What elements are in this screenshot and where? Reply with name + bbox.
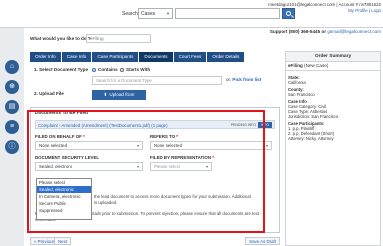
security-level-value: Sealed, electroni (39, 164, 72, 169)
radio-contains-label: Contains (98, 67, 118, 72)
left-nav: ⌂ ⊕ ▤ ≡ ⓘ (0, 28, 24, 246)
order-summary-title: Order Summary (286, 52, 380, 62)
document-row: Complaint - Amended (Amendment) (TestDoc… (35, 120, 275, 129)
main-content: What would you like to do ? eFiling Supp… (24, 28, 383, 246)
chevron-down-icon: ▾ (136, 143, 139, 148)
save-as-draft-button[interactable]: Save As Draft (245, 237, 280, 245)
document-link[interactable]: Complaint - Amended (Amendment) (TestDoc… (38, 123, 168, 128)
order-case: eFiling (New Case) (286, 62, 380, 71)
documents-to-be-filed-panel: Documents To Be Filed Complaint - Amende… (30, 107, 280, 233)
filed-by-text: FILED BY REPRESENTATION (150, 155, 211, 160)
tab-order-details[interactable]: Order Details (207, 52, 246, 62)
support-info: Support (800) 366-5445 or gsmail@legalco… (270, 29, 381, 34)
refers-to-label: REFERS TO * (150, 134, 178, 139)
filed-on-behalf-text: FILED ON BEHALF OF (35, 134, 82, 139)
next-button[interactable]: Next (54, 237, 72, 245)
document-type-search[interactable]: Search for a Document Type (92, 76, 222, 85)
home-icon[interactable]: ⌂ (5, 60, 19, 74)
summary-value: Jurisdiction: San Francisco (288, 114, 339, 119)
document-icon[interactable]: ▤ (5, 100, 19, 114)
help-note-2: is uploaded. (94, 200, 118, 205)
search-scope-value: Cases (141, 11, 156, 17)
refers-to-text: REFERS TO (150, 134, 176, 139)
step1-label: 1. Select Document Type (34, 67, 89, 72)
document-status: PENDING INFO (230, 123, 256, 127)
filed-by-label: FILED BY REPRESENTATION * (150, 155, 214, 160)
refers-to-value: None selected (154, 143, 183, 148)
tab-order-info[interactable]: Order Info (30, 52, 62, 62)
required-mark: * (83, 134, 85, 139)
tab-case-info[interactable]: Case Info (61, 52, 93, 62)
option-in-camera-electronic[interactable]: In Camera, electronic (37, 193, 91, 200)
document-info-badge[interactable]: INFO (258, 122, 272, 128)
filed-on-behalf-value: None selected (39, 143, 68, 148)
order-case-suffix: (New Case) (304, 63, 329, 68)
security-level-select[interactable]: Sealed, electroni ▾ (35, 162, 143, 171)
filed-by-placeholder: Please select (154, 164, 181, 169)
required-mark: * (212, 155, 214, 160)
filed-by-select[interactable]: Please select ▾ (150, 162, 212, 171)
chevron-down-icon: ▾ (265, 143, 268, 148)
chevron-down-icon: ▾ (136, 164, 139, 169)
security-level-options: Please select Sealed, electronic In Came… (36, 178, 92, 220)
option-secure-public[interactable]: Secure Public (37, 200, 91, 207)
tab-documents[interactable]: Documents (139, 52, 174, 62)
pick-from-list: or, Pick from list (226, 77, 261, 82)
support-label: Support (800) 366-5445 or (269, 29, 327, 34)
radio-contains[interactable] (92, 68, 96, 72)
option-sealed-electronic[interactable]: Sealed, electronic (37, 186, 91, 193)
tab-case-participants[interactable]: Case Participants (92, 52, 140, 62)
pick-from-list-link[interactable]: Pick from list (232, 77, 261, 82)
summary-value: California (288, 80, 306, 85)
top-bar: Search Cases ▼ meetdagur101@legalconnect… (0, 0, 383, 28)
refers-to-select[interactable]: None selected ▾ (150, 141, 272, 150)
support-email[interactable]: gsmail@legalconnect.com (327, 29, 381, 34)
order-details-list: State: California County: San Francisco … (286, 71, 380, 143)
search-input[interactable] (175, 8, 280, 19)
search-label: Search (122, 11, 138, 17)
option-suppressed[interactable]: Suppressed (37, 207, 91, 214)
account-info: meetdagur101@legalconnect.com | Account … (268, 2, 381, 14)
panel-footer: « Previous Next Save As Draft (30, 236, 280, 246)
chevron-down-icon: ▼ (166, 11, 170, 16)
radio-starts-with-label: Starts With (126, 67, 151, 72)
list-icon[interactable]: ≡ (5, 120, 19, 134)
radio-starts-with[interactable] (120, 68, 124, 72)
chevron-down-icon: ▾ (205, 164, 208, 169)
order-case-name: eFiling (288, 63, 303, 68)
upload-icon: ⬆ (103, 92, 108, 97)
option-please-select[interactable]: Please select (37, 179, 91, 186)
tab-bar: Order Info Case Info Case Participants D… (30, 52, 246, 62)
action-select[interactable]: eFiling (86, 34, 151, 43)
security-level-label: DOCUMENT SECURITY LEVEL (35, 155, 100, 160)
filed-on-behalf-label: FILED ON BEHALF OF * (35, 134, 85, 139)
tab-court-fees[interactable]: Court Fees (173, 52, 208, 62)
search-scope-select[interactable]: Cases ▼ (138, 8, 173, 19)
filed-on-behalf-select[interactable]: None selected ▾ (35, 141, 143, 150)
summary-value: San Francisco (288, 92, 315, 97)
question-label: What would you like to do ? (30, 36, 91, 41)
account-links[interactable]: My Profile | Logo (268, 8, 381, 14)
step2-label: 2. Upload File (34, 91, 64, 96)
summary-value: Attorney: Nicky, Attorney (288, 136, 334, 141)
order-summary: Order Summary eFiling (New Case) State: … (285, 51, 381, 246)
documents-panel-title: Documents To Be Filed (35, 111, 88, 116)
help-note-1: the lead document to access more documen… (94, 194, 251, 199)
upload-from-computer-button[interactable]: ⬆ Upload from Computer ▼ (92, 90, 146, 107)
add-circle-icon[interactable]: ⊕ (5, 80, 19, 94)
info-icon[interactable]: ⓘ (5, 140, 19, 154)
or-text: or, (226, 77, 232, 82)
required-mark: * (176, 134, 178, 139)
